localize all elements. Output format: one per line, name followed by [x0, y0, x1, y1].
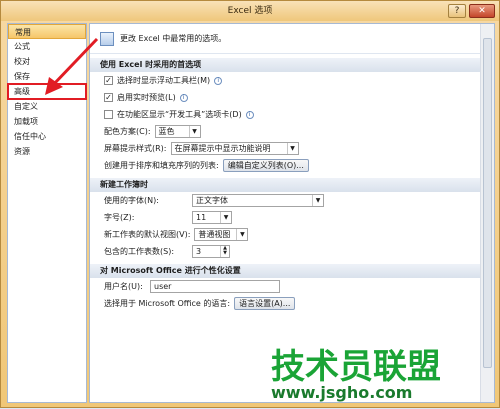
sheet-count-value: 3 [196, 247, 202, 256]
label-developer-tab: 在功能区显示“开发工具”选项卡(D) [117, 110, 242, 119]
font-size-select[interactable]: 11 ▼ [192, 211, 232, 224]
checkbox-live-preview[interactable]: ✓ [104, 93, 113, 102]
label-font: 使用的字体(N): [104, 196, 159, 205]
label-live-preview: 启用实时预览(L) [117, 93, 176, 102]
default-view-select[interactable]: 普通视图 ▼ [194, 228, 249, 241]
stepper-arrows-icon[interactable]: ▲ ▼ [220, 246, 229, 257]
option-live-preview: ✓ 启用实时预览(L) i [90, 89, 494, 106]
sheet-count-stepper[interactable]: 3 ▲ ▼ [192, 245, 230, 258]
option-font: 使用的字体(N): 正文字体 ▼ [90, 192, 494, 209]
option-language: 选择用于 Microsoft Office 的语言: 语言设置(A)... [90, 295, 494, 312]
options-content: 更改 Excel 中最常用的选项。 使用 Excel 时采用的首选项 ✓ 选择时… [89, 23, 495, 403]
info-icon: i [179, 93, 188, 102]
label-custom-lists: 创建用于排序和填充序列的列表: [104, 161, 219, 170]
chevron-down-icon: ▼ [312, 195, 323, 206]
default-view-value: 普通视图 [198, 230, 231, 239]
option-default-view: 新工作表的默认视图(V): 普通视图 ▼ [90, 226, 494, 243]
user-name-input[interactable]: user [150, 280, 280, 293]
section-personalize: 对 Microsoft Office 进行个性化设置 [90, 264, 494, 278]
options-icon [100, 31, 114, 46]
info-icon: i [245, 110, 254, 119]
label-color-scheme: 配色方案(C): [104, 127, 151, 136]
sidebar-item-addins[interactable]: 加载项 [8, 114, 86, 129]
chevron-down-icon: ▼ [188, 126, 200, 137]
info-icon: i [214, 76, 223, 85]
font-size-value: 11 [196, 213, 207, 222]
option-color-scheme: 配色方案(C): 蓝色 ▼ [90, 123, 494, 140]
tooltip-style-select[interactable]: 在屏幕提示中显示功能说明 ▼ [170, 142, 299, 155]
sidebar-item-trust-center[interactable]: 信任中心 [8, 129, 86, 144]
option-user-name: 用户名(U): user [90, 278, 494, 295]
option-custom-lists: 创建用于排序和填充序列的列表: 编辑自定义列表(O)... [90, 157, 494, 174]
chevron-down-icon: ▼ [236, 229, 247, 240]
checkbox-developer-tab[interactable] [104, 110, 113, 119]
checkbox-floating-toolbar[interactable]: ✓ [104, 76, 113, 85]
scroll-thumb[interactable] [483, 38, 492, 368]
option-developer-tab: 在功能区显示“开发工具”选项卡(D) i [90, 106, 494, 123]
section-new-workbook: 新建工作簿时 [90, 178, 494, 192]
label-font-size: 字号(Z): [104, 213, 135, 222]
help-button[interactable]: ? [448, 4, 466, 18]
option-floating-toolbar: ✓ 选择时显示浮动工具栏(M) i [90, 72, 494, 89]
close-button[interactable]: ✕ [469, 4, 495, 18]
title-controls: ? ✕ [448, 4, 495, 18]
sidebar-item-customize[interactable]: 自定义 [8, 99, 86, 114]
chevron-down-icon: ▼ [286, 143, 298, 154]
label-default-view: 新工作表的默认视图(V): [104, 230, 191, 239]
font-value: 正文字体 [196, 196, 228, 205]
label-language: 选择用于 Microsoft Office 的语言: [104, 299, 231, 308]
scrollbar[interactable] [480, 24, 494, 402]
label-floating-toolbar: 选择时显示浮动工具栏(M) [117, 76, 211, 85]
title-bar: Excel 选项 ? ✕ [1, 1, 499, 21]
section-preferences: 使用 Excel 时采用的首选项 [90, 58, 494, 72]
option-tooltip-style: 屏幕提示样式(R): 在屏幕提示中显示功能说明 ▼ [90, 140, 494, 157]
label-sheet-count: 包含的工作表数(S): [104, 247, 175, 256]
edit-custom-lists-button[interactable]: 编辑自定义列表(O)... [222, 159, 309, 172]
window-title: Excel 选项 [227, 6, 273, 16]
language-settings-button[interactable]: 语言设置(A)... [234, 297, 296, 310]
header-text: 更改 Excel 中最常用的选项。 [120, 34, 227, 43]
label-tooltip-style: 屏幕提示样式(R): [104, 144, 167, 153]
sidebar-item-resources[interactable]: 资源 [8, 144, 86, 159]
option-font-size: 字号(Z): 11 ▼ [90, 209, 494, 226]
label-user-name: 用户名(U): [104, 282, 143, 291]
excel-options-dialog: Excel 选项 ? ✕ 常用 公式 校对 保存 高级 自定义 加载项 信任中心… [0, 0, 500, 408]
chevron-down-icon: ▼ [220, 212, 231, 223]
content-header: 更改 Excel 中最常用的选项。 [90, 24, 494, 54]
tooltip-style-value: 在屏幕提示中显示功能说明 [174, 144, 271, 153]
font-select[interactable]: 正文字体 ▼ [192, 194, 324, 207]
option-sheet-count: 包含的工作表数(S): 3 ▲ ▼ [90, 243, 494, 260]
color-scheme-value: 蓝色 [158, 127, 175, 136]
color-scheme-select[interactable]: 蓝色 ▼ [154, 125, 201, 138]
red-arrow-annotation [45, 37, 99, 95]
